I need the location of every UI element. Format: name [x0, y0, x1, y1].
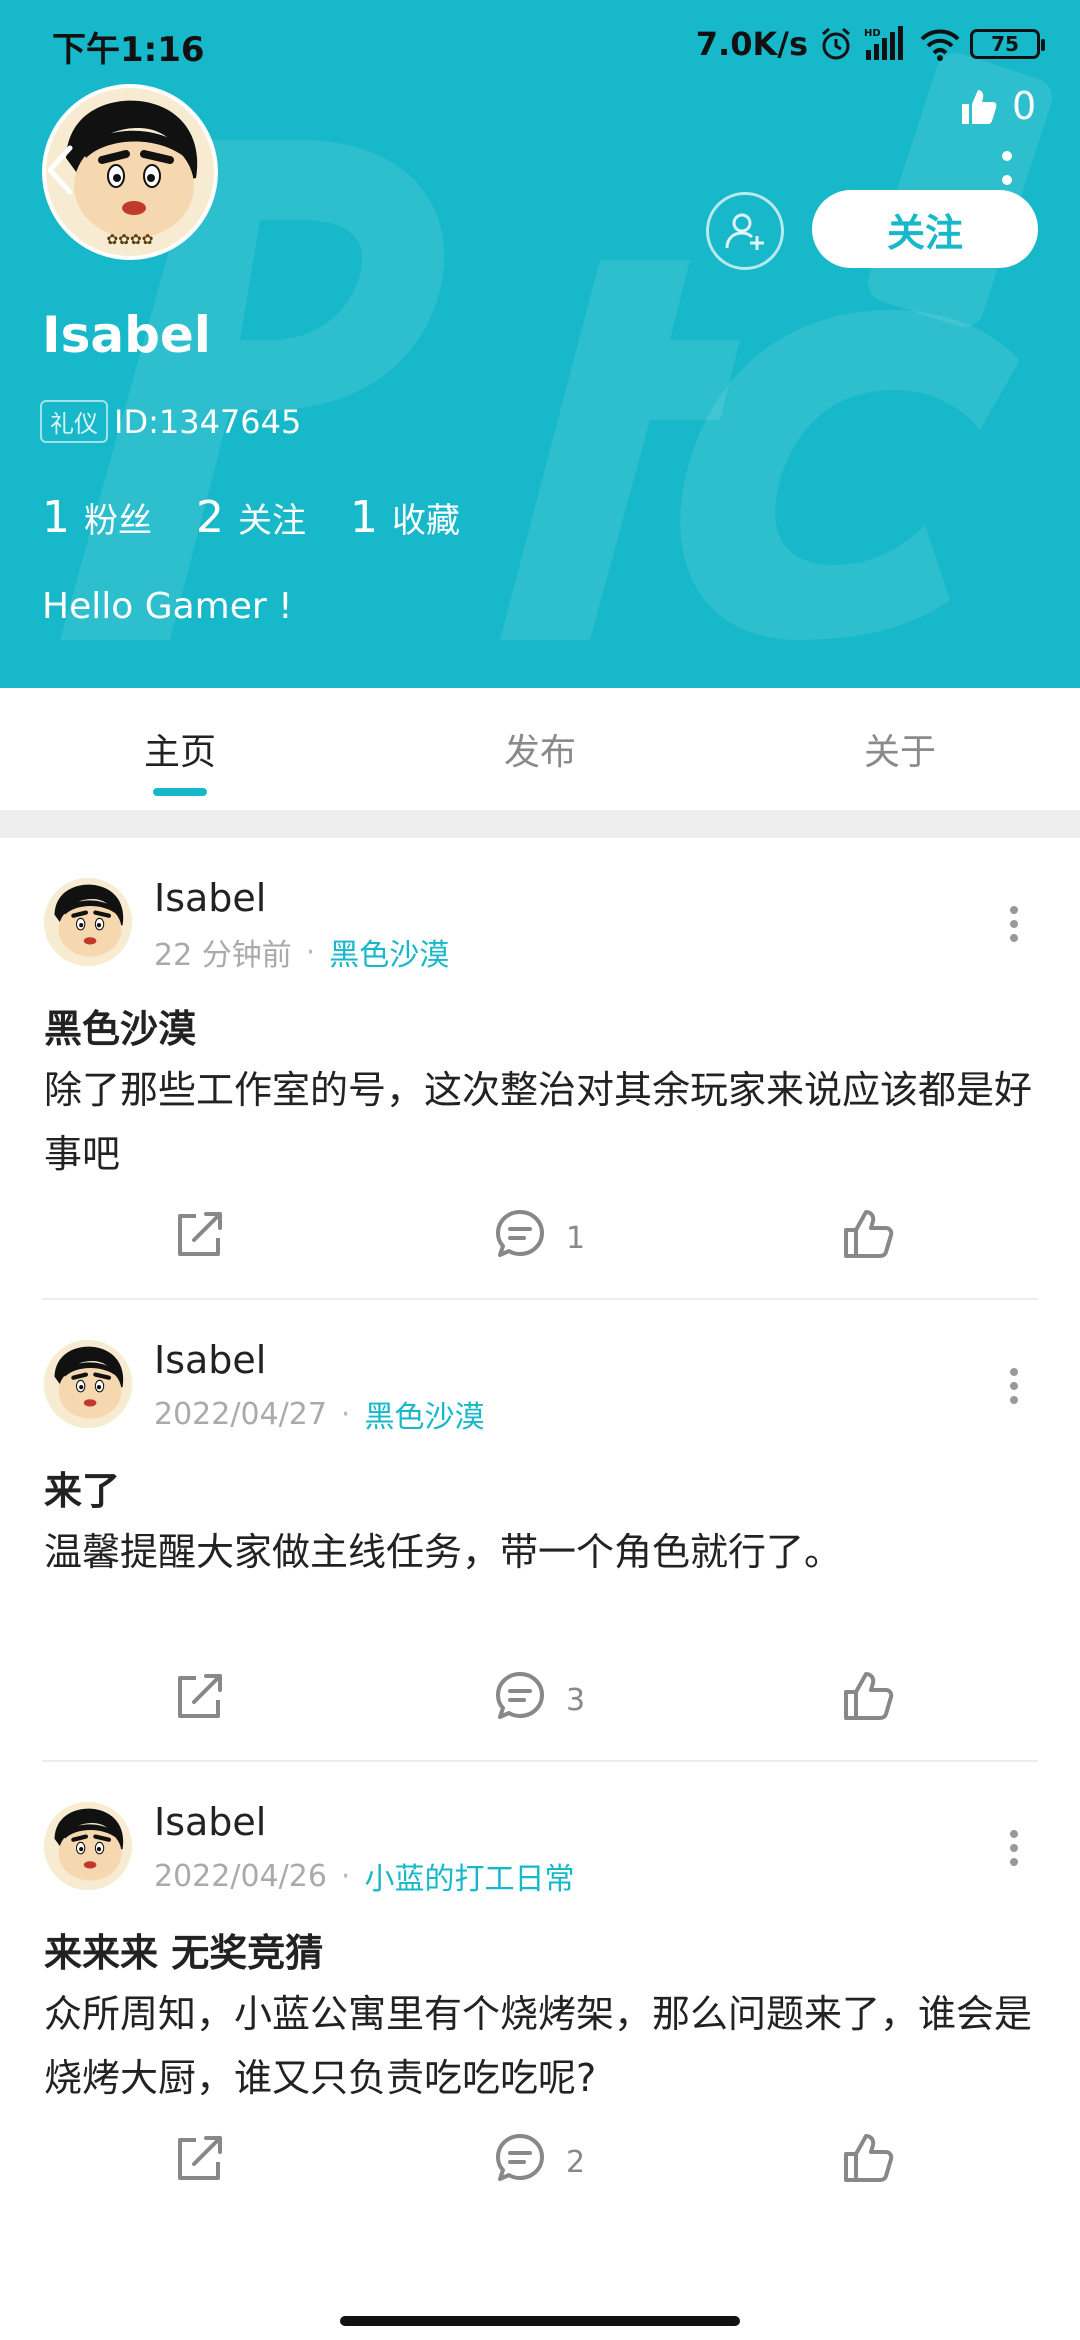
like-button[interactable] — [840, 1206, 896, 1270]
home-indicator[interactable] — [340, 2316, 740, 2326]
like-button[interactable] — [840, 2130, 896, 2194]
post-author-avatar[interactable] — [44, 1340, 132, 1428]
like-icon — [840, 1668, 896, 1732]
stat-following-label: 关注 — [238, 501, 306, 541]
tab-about[interactable]: 关于 — [720, 688, 1080, 810]
profile-tabs: 主页 发布 关于 — [0, 688, 1080, 810]
stat-following[interactable]: 2 关注 — [196, 492, 306, 543]
post-author-name[interactable]: Isabel — [154, 1338, 266, 1382]
profile-badge: 礼仪 — [40, 400, 108, 443]
post-body[interactable]: 除了那些工作室的号，这次整治对其余玩家来说应该都是好事吧 — [44, 1058, 1044, 1186]
post-topic-link[interactable]: 黑色沙漠 — [329, 930, 449, 974]
battery-indicator: 75 — [970, 29, 1045, 59]
post-meta: 22 分钟前 · 黑色沙漠 — [154, 930, 449, 974]
stat-fans-count: 1 — [42, 492, 70, 543]
profile-name: Isabel — [42, 306, 211, 364]
share-button[interactable] — [172, 1206, 228, 1270]
post-author-avatar[interactable] — [44, 878, 132, 966]
stat-following-count: 2 — [196, 492, 224, 543]
svg-text:✿✿✿✿: ✿✿✿✿ — [107, 232, 154, 248]
like-icon — [840, 1206, 896, 1270]
meta-separator: · — [340, 1396, 351, 1432]
profile-id: ID:1347645 — [114, 402, 302, 441]
post-card[interactable]: Isabel 22 分钟前 · 黑色沙漠 黑色沙漠 除了那些工作室的号，这次整治… — [0, 838, 1080, 1300]
meta-separator: · — [340, 1858, 351, 1894]
post-more-icon[interactable] — [1008, 1366, 1020, 1406]
share-button[interactable] — [172, 2130, 228, 2194]
like-icon — [840, 2130, 896, 2194]
add-user-icon — [725, 213, 764, 250]
status-time: 下午1:16 — [52, 30, 205, 70]
post-time: 2022/04/26 — [154, 1858, 327, 1894]
stat-favorites-count: 1 — [350, 492, 378, 543]
post-time: 2022/04/27 — [154, 1396, 327, 1432]
post-meta: 2022/04/27 · 黑色沙漠 — [154, 1392, 484, 1436]
comment-button[interactable]: 1 — [492, 1206, 585, 1270]
status-bar: 下午1:16 7.0K/s HD 75 — [0, 0, 1080, 88]
post-author-name[interactable]: Isabel — [154, 1800, 266, 1844]
section-divider — [0, 810, 1080, 838]
post-title[interactable]: 来来来 无奖竞猜 — [44, 1922, 323, 1977]
post-title[interactable]: 黑色沙漠 — [44, 998, 196, 1053]
tab-posts[interactable]: 发布 — [360, 688, 720, 810]
back-icon[interactable] — [40, 140, 80, 200]
meta-separator: · — [305, 934, 316, 970]
comment-count: 2 — [566, 2144, 586, 2180]
share-button[interactable] — [172, 1668, 228, 1732]
share-icon — [172, 2130, 228, 2194]
likes-count: 0 — [1012, 84, 1037, 128]
battery-level: 75 — [991, 32, 1019, 56]
share-icon — [172, 1668, 228, 1732]
post-body[interactable]: 众所周知，小蓝公寓里有个烧烤架，那么问题来了，谁会是烧烤大厨，谁又只负责吃吃吃呢… — [44, 1982, 1044, 2110]
network-speed: 7.0K/s — [695, 25, 808, 63]
stat-favorites-label: 收藏 — [392, 501, 460, 541]
add-friend-button[interactable] — [706, 192, 784, 270]
svg-text:HD: HD — [864, 28, 881, 39]
alarm-icon — [822, 27, 850, 60]
stat-favorites[interactable]: 1 收藏 — [350, 492, 460, 543]
post-body[interactable]: 温馨提醒大家做主线任务，带一个角色就行了。 — [44, 1520, 1044, 1584]
follow-button[interactable]: 关注 — [812, 190, 1038, 268]
profile-stats: 1 粉丝 2 关注 1 收藏 — [42, 492, 460, 543]
post-author-avatar[interactable] — [44, 1802, 132, 1890]
like-button[interactable] — [840, 1668, 896, 1732]
post-actions: 2 — [0, 2134, 1080, 2238]
post-topic-link[interactable]: 黑色沙漠 — [364, 1392, 484, 1436]
comment-icon — [492, 1206, 548, 1270]
stat-fans-label: 粉丝 — [84, 501, 152, 541]
post-time: 22 分钟前 — [154, 938, 292, 973]
profile-bio: Hello Gamer ! — [42, 586, 293, 627]
profile-id-row: 礼仪 ID:1347645 — [40, 400, 301, 443]
post-author-name[interactable]: Isabel — [154, 876, 266, 920]
post-title[interactable]: 来了 — [44, 1460, 120, 1515]
signal-icon: HD — [864, 26, 903, 60]
thumbs-up-icon — [962, 90, 997, 124]
post-meta: 2022/04/26 · 小蓝的打工日常 — [154, 1854, 574, 1898]
post-more-icon[interactable] — [1008, 1828, 1020, 1868]
post-card[interactable]: Isabel 2022/04/26 · 小蓝的打工日常 来来来 无奖竞猜 众所周… — [0, 1762, 1080, 2224]
profile-likes[interactable]: 0 — [958, 84, 1036, 128]
comment-icon — [492, 2130, 548, 2194]
comment-count: 1 — [566, 1220, 586, 1256]
wifi-icon — [920, 29, 960, 61]
tab-home[interactable]: 主页 — [0, 688, 360, 810]
share-icon — [172, 1206, 228, 1270]
stat-fans[interactable]: 1 粉丝 — [42, 492, 152, 543]
profile-header: 下午1:16 7.0K/s HD 75 ✿✿✿✿ 0 关注 Isabel 礼仪 … — [0, 0, 1080, 688]
comment-button[interactable]: 3 — [492, 1668, 585, 1732]
comment-button[interactable]: 2 — [492, 2130, 585, 2194]
post-topic-link[interactable]: 小蓝的打工日常 — [364, 1854, 574, 1898]
comment-count: 3 — [566, 1682, 586, 1718]
post-card[interactable]: Isabel 2022/04/27 · 黑色沙漠 来了 温馨提醒大家做主线任务，… — [0, 1300, 1080, 1762]
post-more-icon[interactable] — [1008, 904, 1020, 944]
comment-icon — [492, 1668, 548, 1732]
